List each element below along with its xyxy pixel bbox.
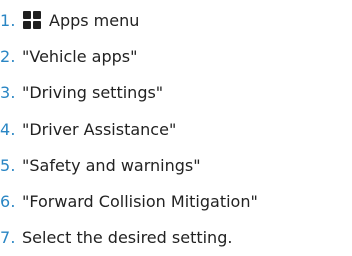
step-number: 3.: [0, 83, 16, 103]
step-text: Apps menu: [49, 10, 140, 30]
step-5: 5. "Safety and warnings": [0, 147, 352, 183]
step-text: "Driver Assistance": [22, 119, 177, 139]
step-2: 2. "Vehicle apps": [0, 38, 352, 74]
step-text: "Safety and warnings": [22, 155, 201, 175]
step-number: 7.: [0, 228, 16, 248]
step-1: 1. Apps menu: [0, 2, 352, 38]
step-number: 1.: [0, 10, 16, 30]
step-number: 2.: [0, 46, 16, 66]
step-number: 5.: [0, 155, 16, 175]
step-number: 4.: [0, 119, 16, 139]
step-7: 7. Select the desired setting.: [0, 220, 352, 256]
step-text: "Driving settings": [22, 83, 164, 103]
instruction-steps-list: 1. Apps menu 2. "Vehicle apps" 3. "Drivi…: [0, 2, 352, 256]
step-4: 4. "Driver Assistance": [0, 111, 352, 147]
step-3: 3. "Driving settings": [0, 75, 352, 111]
step-text: Select the desired setting.: [22, 228, 233, 248]
step-number: 6.: [0, 192, 16, 212]
step-text: "Vehicle apps": [22, 46, 138, 66]
step-6: 6. "Forward Collision Mitigation": [0, 183, 352, 219]
step-content: Apps menu: [22, 11, 139, 30]
apps-grid-icon: [23, 11, 41, 30]
step-text: "Forward Collision Mitigation": [22, 192, 258, 212]
